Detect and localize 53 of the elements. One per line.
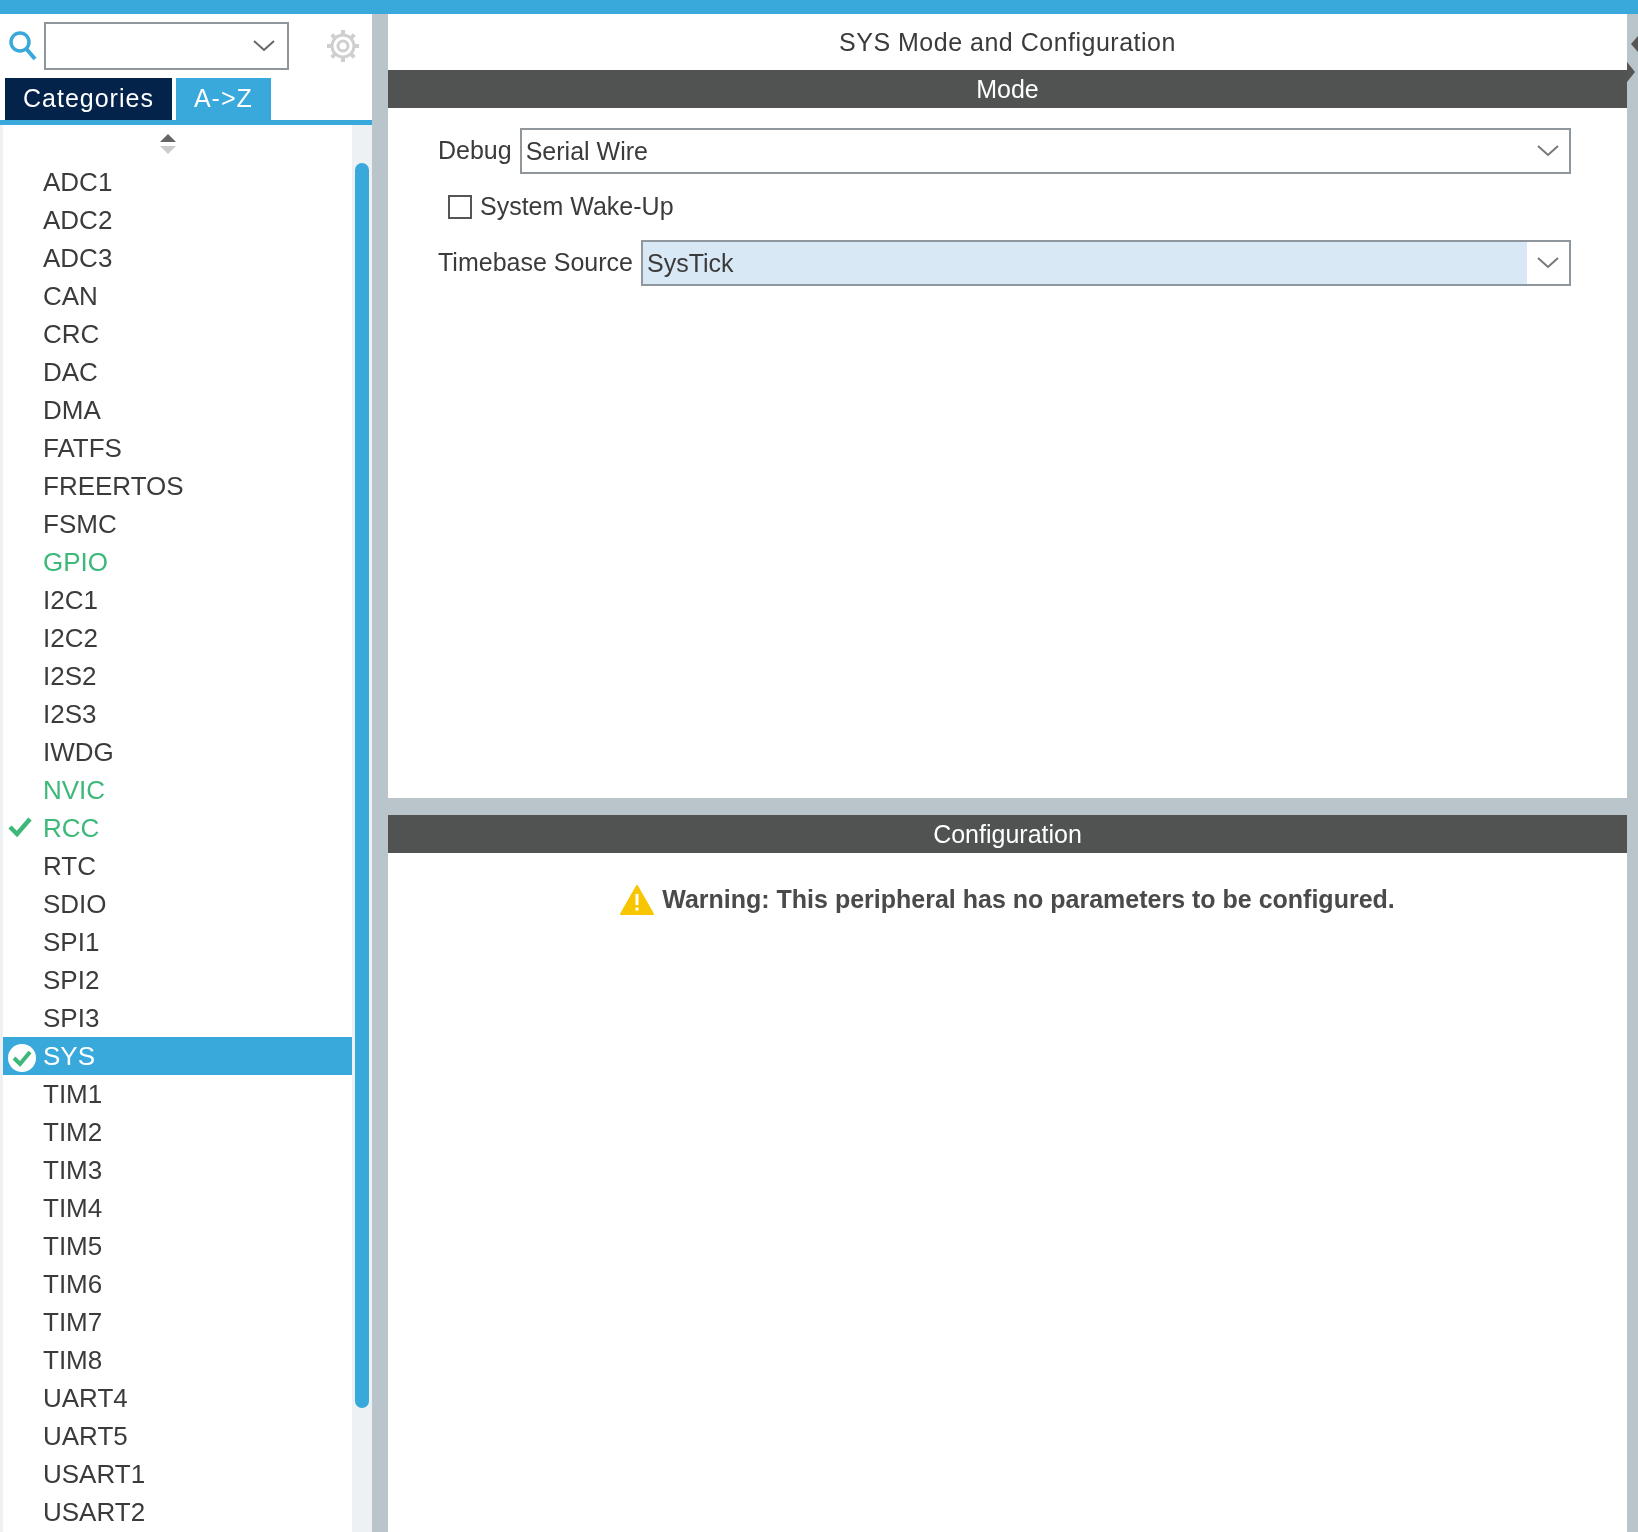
peripheral-item[interactable]: FREERTOS bbox=[3, 467, 352, 505]
peripheral-item[interactable]: TIM3 bbox=[3, 1151, 352, 1189]
peripheral-item[interactable]: TIM2 bbox=[3, 1113, 352, 1151]
scrollbar-thumb[interactable] bbox=[355, 163, 369, 1408]
section-header: Configuration bbox=[388, 815, 1627, 853]
dropdown-caret-icon bbox=[1537, 145, 1559, 157]
checkbox[interactable] bbox=[448, 194, 472, 219]
peripheral-item[interactable]: IWDG bbox=[3, 733, 352, 771]
peripheral-item[interactable]: TIM4 bbox=[3, 1189, 352, 1227]
peripheral-item[interactable]: USART1 bbox=[3, 1455, 352, 1493]
warning-icon bbox=[620, 884, 655, 915]
peripheral-item[interactable]: TIM8 bbox=[3, 1341, 352, 1379]
checkbox-label: System Wake-Up bbox=[480, 191, 674, 222]
peripheral-item[interactable]: TIM6 bbox=[3, 1265, 352, 1303]
dropdown-caret-icon bbox=[1537, 256, 1559, 269]
peripheral-item[interactable]: I2S3 bbox=[3, 695, 352, 733]
peripheral-item[interactable]: CAN bbox=[3, 277, 352, 315]
peripheral-item[interactable]: RTC bbox=[3, 847, 352, 885]
peripheral-item[interactable]: SPI2 bbox=[3, 961, 352, 999]
peripheral-item[interactable]: DMA bbox=[3, 391, 352, 429]
dropdown-field[interactable]: SysTick bbox=[641, 239, 1571, 286]
peripheral-item[interactable]: FSMC bbox=[3, 505, 352, 543]
dropdown-field[interactable]: Serial Wire bbox=[519, 128, 1571, 174]
peripheral-item[interactable]: ADC3 bbox=[3, 239, 352, 277]
peripheral-item[interactable]: FATFS bbox=[3, 429, 352, 467]
warning-message: Warning: This peripheral has no parameters to be configured. bbox=[662, 884, 1395, 915]
field-label: Debug bbox=[438, 135, 512, 167]
panel-title: SYS Mode and Configuration bbox=[838, 27, 1177, 58]
peripheral-item[interactable]: SDIO bbox=[3, 885, 352, 923]
peripheral-item[interactable]: USART2 bbox=[3, 1493, 352, 1531]
peripheral-item[interactable]: SPI1 bbox=[3, 923, 352, 961]
search-combo-field[interactable] bbox=[44, 22, 289, 70]
peripheral-item[interactable]: I2C2 bbox=[3, 619, 352, 657]
peripheral-item[interactable]: I2C1 bbox=[3, 581, 352, 619]
tab[interactable]: Categories bbox=[5, 78, 172, 120]
search-icon[interactable] bbox=[8, 30, 38, 62]
peripheral-item[interactable]: TIM7 bbox=[3, 1303, 352, 1341]
peripheral-item[interactable]: SPI3 bbox=[3, 999, 352, 1037]
peripheral-item[interactable]: TIM1 bbox=[3, 1075, 352, 1113]
settings-icon[interactable] bbox=[326, 29, 360, 63]
peripheral-item[interactable]: ADC1 bbox=[3, 163, 352, 201]
peripheral-item[interactable]: TIM5 bbox=[3, 1227, 352, 1265]
sort-arrows-icon[interactable] bbox=[158, 133, 177, 155]
dropdown-caret-icon bbox=[253, 40, 275, 52]
peripheral-item[interactable]: UART5 bbox=[3, 1417, 352, 1455]
peripheral-item[interactable]: DAC bbox=[3, 353, 352, 391]
peripheral-item[interactable]: ADC2 bbox=[3, 201, 352, 239]
peripheral-item[interactable]: I2S2 bbox=[3, 657, 352, 695]
scrollbar-track[interactable] bbox=[352, 125, 372, 1532]
field-label: Timebase Source bbox=[438, 246, 633, 278]
section-header: Mode bbox=[388, 70, 1627, 108]
peripheral-item[interactable]: CRC bbox=[3, 315, 352, 353]
peripheral-item[interactable]: UART4 bbox=[3, 1379, 352, 1417]
